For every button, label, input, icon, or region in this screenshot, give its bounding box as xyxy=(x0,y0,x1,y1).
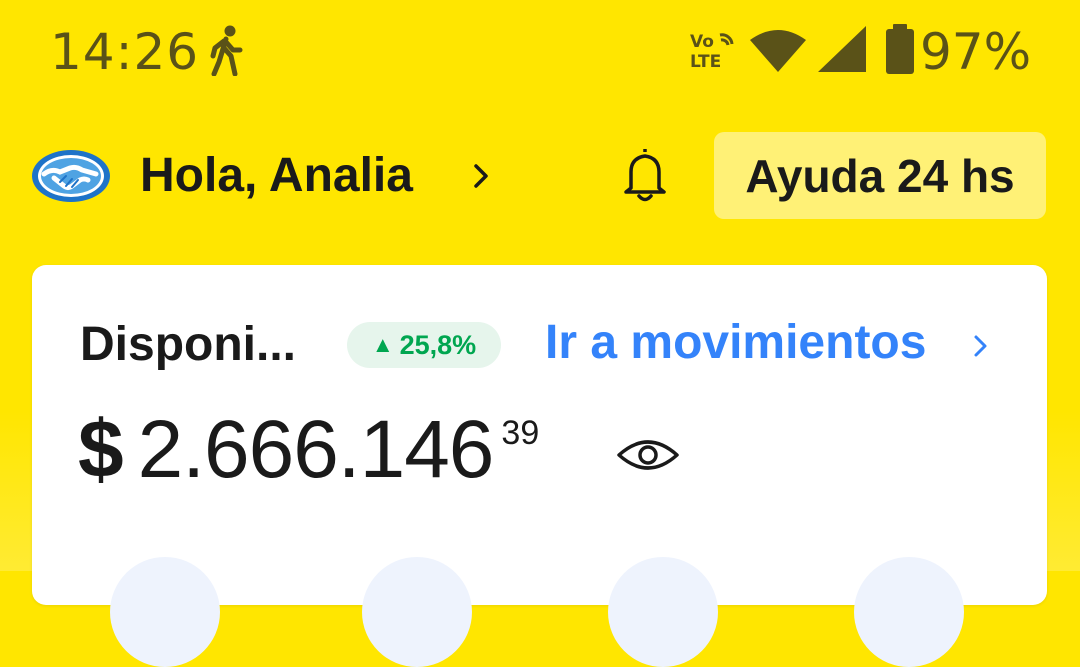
movements-link[interactable]: Ir a movimientos xyxy=(545,315,926,371)
shortcut-button[interactable] xyxy=(110,557,220,667)
wifi-icon xyxy=(750,30,806,72)
available-label: Disponi... xyxy=(80,318,296,371)
currency-symbol: $ xyxy=(78,404,124,495)
battery-percentage: 97% xyxy=(920,23,1032,81)
walking-icon xyxy=(210,25,243,76)
volte-icon: Vo LTE xyxy=(690,32,734,70)
cell-signal-icon xyxy=(818,26,866,72)
chevron-right-icon[interactable] xyxy=(470,158,494,194)
help-button[interactable]: Ayuda 24 hs xyxy=(714,132,1046,219)
battery-icon xyxy=(886,24,914,74)
shortcut-button[interactable] xyxy=(608,557,718,667)
triangle-up-icon: ▲ xyxy=(371,332,394,357)
mercado-pago-handshake-logo[interactable] xyxy=(30,148,112,204)
growth-badge: ▲ 25,8% xyxy=(347,322,501,368)
app-header: Hola, Analia Ayuda 24 hs xyxy=(0,130,1080,220)
shortcut-button[interactable] xyxy=(854,557,964,667)
shortcut-button[interactable] xyxy=(362,557,472,667)
svg-text:Vo: Vo xyxy=(690,32,714,52)
amount-value: 2.666.146 xyxy=(137,404,495,495)
eye-icon[interactable] xyxy=(616,435,680,475)
greeting-link[interactable]: Hola, Analia xyxy=(140,148,413,204)
balance-amount: $ 2.666.146 39 xyxy=(78,405,539,495)
amount-cents: 39 xyxy=(501,414,540,452)
status-time: 14:26 xyxy=(50,23,200,81)
chevron-right-icon[interactable] xyxy=(972,331,990,361)
balance-card: Disponi... ▲ 25,8% Ir a movimientos $ 2.… xyxy=(32,265,1047,667)
svg-text:LTE: LTE xyxy=(690,52,721,70)
status-bar: 14:26 Vo LTE 97% xyxy=(0,0,1080,100)
shortcut-row xyxy=(32,557,1047,667)
growth-value: 25,8% xyxy=(399,329,477,360)
bell-icon[interactable] xyxy=(610,146,680,206)
